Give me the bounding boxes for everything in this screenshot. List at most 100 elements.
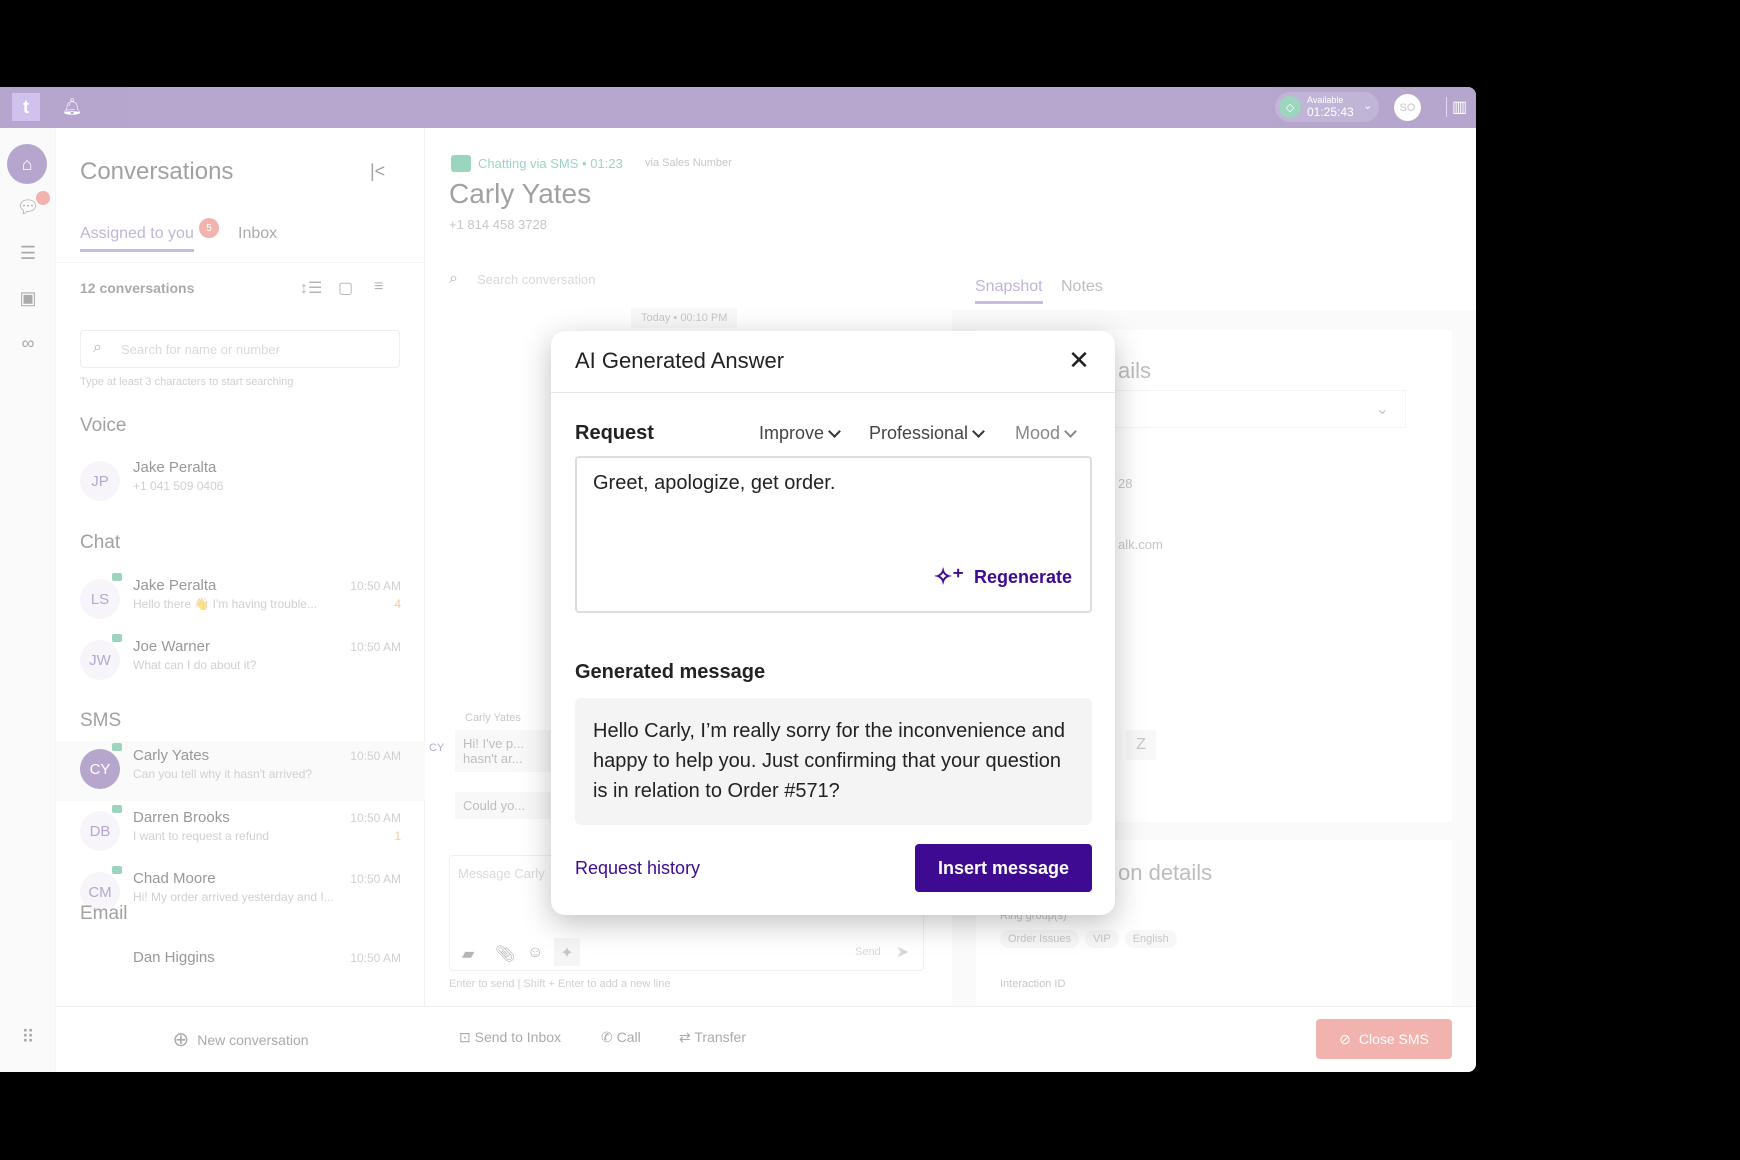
panel-title: Conversations — [80, 158, 234, 185]
composer-hint: Enter to send | Shift + Enter to add a n… — [449, 978, 671, 990]
close-icon[interactable]: ✕ — [1066, 345, 1092, 375]
regenerate-button[interactable]: ✧⁺ Regenerate — [934, 564, 1072, 590]
close-chat-icon: ⊘ — [1339, 1030, 1351, 1047]
ring-groups: Order Issues VIP English — [1000, 930, 1177, 948]
tab-snapshot[interactable]: Snapshot — [975, 278, 1043, 304]
notification-dot — [36, 191, 50, 205]
request-history-link[interactable]: Request history — [575, 858, 700, 879]
request-textarea[interactable]: Greet, apologize, get order. ✧⁺ Regenerat… — [575, 456, 1092, 613]
tag: VIP — [1084, 930, 1119, 948]
generated-label: Generated message — [575, 661, 766, 683]
send-to-inbox-button[interactable]: ⊡ Send to Inbox — [459, 1029, 561, 1046]
message-bubble: Could yo... — [455, 792, 551, 819]
apps-grid-icon[interactable]: ⠿ — [15, 1024, 41, 1050]
contact-name: Jake Peralta — [133, 459, 217, 476]
zendesk-icon[interactable]: Z — [1126, 730, 1156, 760]
search-icon[interactable]: ⌕ — [449, 270, 458, 288]
list-item[interactable]: JW Joe Warner What can I do about it? 10… — [56, 632, 425, 692]
chevron-down-icon — [972, 424, 985, 438]
contact-name: Carly Yates — [133, 747, 210, 764]
timestamp: 10:50 AM — [350, 749, 401, 763]
attachment-icon[interactable]: 📎︎ — [495, 944, 515, 964]
section-voice: Voice — [80, 415, 127, 436]
sms-icon — [112, 866, 122, 874]
contact-name: Darren Brooks — [133, 809, 230, 826]
list-item-selected[interactable]: CY Carly Yates Can you tell why it hasn'… — [56, 741, 425, 801]
conversations-panel: Conversations |< Assigned to you 5 Inbox… — [56, 128, 425, 1072]
interaction-id-label: Interaction ID — [1000, 978, 1066, 990]
transfer-button[interactable]: ⇄ Transfer — [679, 1029, 746, 1046]
dialog-title: AI Generated Answer — [575, 348, 785, 373]
select-icon[interactable]: ▢ — [338, 278, 353, 298]
divider — [551, 392, 1115, 393]
filter-icon[interactable]: ≡ — [374, 278, 383, 296]
status-selector[interactable]: ◇ Available 01:25:43 ⌄ — [1275, 92, 1379, 122]
email-value: alk.com — [1118, 537, 1163, 552]
dropdown-label: Improve — [759, 423, 825, 443]
send-to-inbox-label: Send to Inbox — [474, 1029, 562, 1045]
unread-count: 1 — [394, 829, 401, 843]
regenerate-label: Regenerate — [973, 566, 1072, 587]
status-label: Available — [1307, 95, 1344, 105]
list-item[interactable]: LS Jake Peralta Hello there 👋 I'm having… — [56, 571, 425, 631]
search-input[interactable]: ⌕ Search for name or number — [80, 330, 400, 368]
channel-status: Chatting via SMS • 01:23 — [478, 156, 623, 171]
list-item[interactable]: JP Jake Peralta +1 041 509 0406 — [56, 453, 425, 513]
send-icon[interactable]: ➤ — [896, 942, 909, 962]
template-icon[interactable]: ▰ — [462, 944, 474, 964]
status-timer: 01:25:43 — [1307, 105, 1354, 119]
timestamp: 10:50 AM — [350, 640, 401, 654]
close-sms-button[interactable]: ⊘ Close SMS — [1316, 1019, 1452, 1059]
inbox-icon: ⊡ — [459, 1029, 475, 1045]
contact-name: Dan Higgins — [133, 949, 215, 966]
list-item[interactable]: Dan Higgins 10:50 AM — [56, 943, 425, 983]
contacts-icon[interactable]: ▣ — [15, 285, 41, 311]
panel-toggle-icon[interactable]: ▥ — [1446, 97, 1467, 117]
improve-dropdown[interactable]: Improve — [759, 423, 841, 444]
call-label: Call — [616, 1029, 641, 1045]
section-chat: Chat — [80, 532, 121, 553]
mood-dropdown[interactable]: Mood — [1015, 423, 1077, 444]
call-button[interactable]: ✆ Call — [601, 1029, 641, 1046]
dropdown-label: Mood — [1015, 423, 1061, 443]
card-title: on details — [1118, 860, 1213, 885]
avatar: JP — [80, 461, 120, 501]
list-item[interactable]: DB Darren Brooks I want to request a ref… — [56, 803, 425, 863]
home-icon[interactable]: ⌂ — [7, 144, 47, 184]
logo[interactable]: t — [12, 93, 40, 121]
message-preview: What can I do about it? — [133, 658, 257, 672]
status-icon: ◇ — [1279, 96, 1301, 118]
list-icon[interactable]: ☰ — [15, 240, 41, 266]
ai-sparkle-icon[interactable]: ✦ — [554, 938, 580, 966]
new-conversation-button[interactable]: ⊕ New conversation — [56, 1006, 425, 1072]
collapse-icon[interactable]: |< — [370, 161, 385, 182]
unread-badge: 5 — [199, 218, 219, 238]
bell-icon[interactable]: 🔔︎ — [62, 97, 82, 117]
request-text: Greet, apologize, get order. — [593, 472, 836, 494]
chevron-down-icon — [828, 424, 841, 438]
sparkle-icon: ✧⁺ — [933, 564, 964, 589]
tab-assigned[interactable]: Assigned to you — [80, 225, 194, 252]
insert-message-button[interactable]: Insert message — [915, 844, 1092, 892]
timestamp: 10:50 AM — [350, 811, 401, 825]
avatar: CY — [80, 749, 120, 789]
contact-name: Jake Peralta — [133, 577, 217, 594]
tab-inbox[interactable]: Inbox — [238, 225, 277, 243]
message-preview: Hi! My order arrived yesterday and I... — [133, 890, 334, 904]
sort-icon[interactable]: ↕☰ — [300, 278, 322, 298]
tag: English — [1124, 930, 1177, 948]
divider — [56, 262, 425, 263]
top-bar: t 🔔︎ ◇ Available 01:25:43 ⌄ SO ▥ — [0, 87, 1476, 128]
tone-dropdown[interactable]: Professional — [869, 423, 985, 444]
voicemail-icon[interactable]: ∞ — [15, 330, 41, 356]
emoji-icon[interactable]: ☺ — [527, 944, 543, 962]
message-preview: I want to request a refund — [133, 829, 270, 843]
send-button[interactable]: Send — [855, 946, 881, 958]
avatar[interactable]: SO — [1394, 94, 1421, 121]
new-conversation-label: New conversation — [197, 1031, 309, 1048]
phone-value: 28 — [1118, 476, 1133, 491]
search-conversation-input[interactable]: Search conversation — [477, 272, 596, 287]
request-label: Request — [575, 422, 654, 444]
tab-notes[interactable]: Notes — [1061, 278, 1103, 296]
sms-icon — [112, 743, 122, 751]
